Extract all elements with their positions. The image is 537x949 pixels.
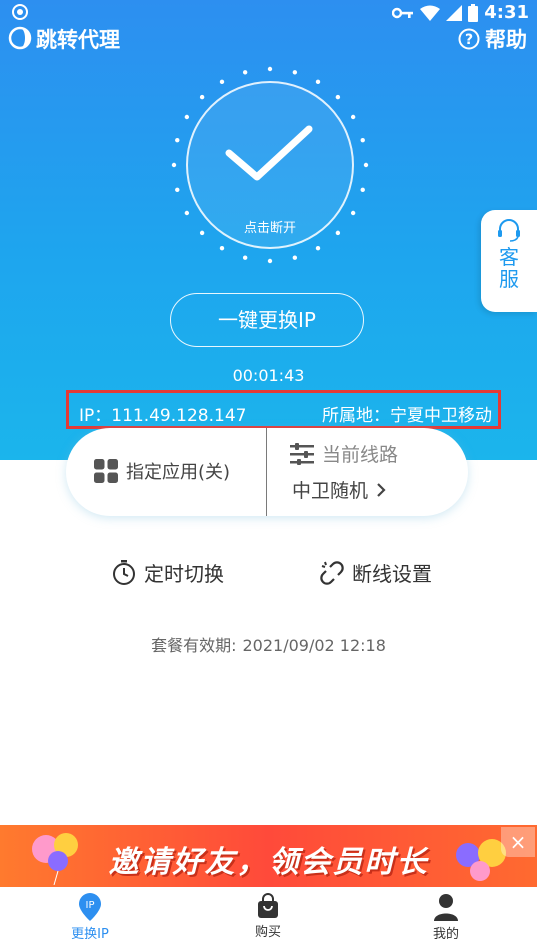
- nav-buy[interactable]: 购买: [208, 893, 328, 940]
- ring-dot: [184, 114, 190, 120]
- ring-dot: [267, 66, 273, 72]
- ring-dot: [175, 187, 180, 193]
- ring-dot: [315, 79, 321, 85]
- nav-switch-ip-label: 更换IP: [71, 927, 109, 942]
- ring-dot: [315, 245, 321, 251]
- disconnect-settings-label: 断线设置: [352, 562, 432, 586]
- app-title: 跳转代理: [36, 28, 120, 52]
- status-time: 4:31: [484, 2, 529, 23]
- ring-dot: [242, 255, 248, 260]
- ring-dot: [219, 79, 225, 85]
- nav-switch-ip[interactable]: IP 更换IP: [30, 893, 150, 942]
- ring-dot: [199, 94, 205, 100]
- app-header: 跳转代理 ? 帮助: [0, 22, 537, 54]
- connect-toggle[interactable]: 点击断开: [170, 65, 370, 265]
- help-label: 帮助: [485, 28, 527, 52]
- customer-service-label: 客服: [499, 245, 519, 291]
- route-title: 当前线路: [290, 440, 398, 467]
- ip-icon: IP: [79, 893, 101, 921]
- help-button[interactable]: ? 帮助: [458, 24, 527, 54]
- ip-label: IP：: [79, 406, 112, 426]
- route-list-icon: [290, 442, 314, 465]
- ring-dot: [350, 114, 356, 120]
- ring-dot: [350, 210, 356, 216]
- app-logo-icon: [8, 26, 32, 50]
- expiry-value: 2021/09/02 12:18: [242, 636, 386, 655]
- shopping-bag-icon: [258, 893, 278, 918]
- nav-mine-label: 我的: [432, 927, 459, 942]
- route-select-button[interactable]: 中卫随机: [292, 476, 386, 503]
- app-notification-icon: [12, 4, 28, 20]
- ring-dot: [335, 94, 341, 100]
- switch-ip-button[interactable]: 一键更换IP: [170, 293, 364, 347]
- timed-switch-label: 定时切换: [144, 562, 224, 586]
- chevron-right-icon: [377, 482, 386, 497]
- connected-check-icon: [225, 125, 313, 181]
- ip-value: 111.49.128.147: [111, 406, 247, 426]
- svg-text:?: ?: [465, 32, 473, 48]
- ring-dot: [267, 258, 273, 264]
- status-icons: 4:31: [392, 2, 529, 23]
- grid-apps-icon: [94, 459, 118, 483]
- ring-dot: [175, 137, 180, 143]
- invite-banner[interactable]: 邀请好友，领会员时长 ×: [0, 825, 537, 887]
- battery-icon: [468, 3, 479, 22]
- expiry-label: 套餐有效期:: [151, 636, 237, 655]
- ip-info: IP：111.49.128.147: [79, 401, 246, 426]
- ring-dot: [363, 162, 369, 168]
- vpn-key-icon: [392, 7, 414, 18]
- customer-service-tab[interactable]: 客服: [481, 210, 537, 312]
- plan-expiry: 套餐有效期: 2021/09/02 12:18: [0, 632, 537, 656]
- help-icon: ?: [458, 28, 480, 50]
- ip-info-row: IP：111.49.128.147 所属地：宁夏中卫移动: [66, 390, 501, 429]
- bottom-nav: IP 更换IP 购买 我的: [0, 887, 537, 949]
- broken-link-icon: [320, 560, 344, 585]
- ring-dot: [360, 187, 365, 193]
- ring-dot: [184, 210, 190, 216]
- ring-dot: [292, 255, 298, 260]
- location-label: 所属地：: [322, 406, 390, 426]
- wifi-icon: [420, 5, 441, 21]
- location-info: 所属地：宁夏中卫移动: [322, 401, 492, 426]
- cell-signal-icon: [446, 4, 463, 21]
- banner-close-button[interactable]: ×: [501, 827, 535, 857]
- app-select-label: 指定应用(关): [126, 462, 231, 483]
- svg-text:IP: IP: [86, 900, 95, 911]
- nav-mine[interactable]: 我的: [386, 893, 506, 942]
- connection-timer: 00:01:43: [232, 366, 305, 385]
- ring-dot: [171, 162, 177, 168]
- route-value: 中卫随机: [292, 480, 369, 502]
- ring-dot: [242, 70, 248, 75]
- user-icon: [434, 894, 458, 921]
- route-card: 指定应用(关) 当前线路 中卫随机: [66, 428, 468, 516]
- invite-banner-text: 邀请好友，领会员时长: [108, 845, 429, 880]
- disconnect-hint: 点击断开: [243, 221, 296, 236]
- headset-icon: [498, 219, 520, 242]
- card-divider: [266, 428, 267, 516]
- timed-switch-button[interactable]: 定时切换: [112, 558, 224, 587]
- app-select-button[interactable]: 指定应用(关): [94, 458, 230, 484]
- location-value: 宁夏中卫移动: [390, 406, 492, 426]
- nav-buy-label: 购买: [254, 925, 281, 940]
- ring-dot: [360, 137, 365, 143]
- disconnect-settings-button[interactable]: 断线设置: [320, 558, 432, 587]
- ring-dot: [219, 245, 225, 251]
- stopwatch-icon: [113, 559, 135, 585]
- route-title-label: 当前线路: [322, 444, 399, 466]
- ring-dot: [292, 70, 298, 75]
